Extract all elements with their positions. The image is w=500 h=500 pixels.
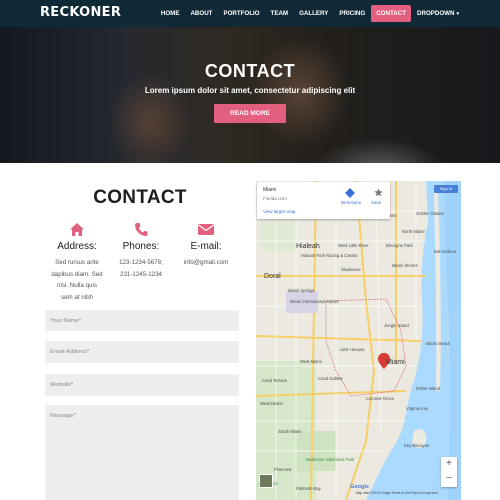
phone-line: 231-1245-1234 bbox=[120, 270, 162, 278]
zoom-out-button[interactable]: − bbox=[441, 472, 457, 487]
place-subtitle: Florida USA bbox=[263, 196, 288, 201]
map-label: Miami bbox=[386, 359, 405, 366]
map-label: Matheson Hammock Park bbox=[306, 457, 355, 462]
nav-home[interactable]: HOME bbox=[156, 5, 185, 22]
nav-portfolio[interactable]: PORTFOLIO bbox=[218, 5, 264, 22]
email-column: E-mail: info@gmail.com bbox=[173, 222, 239, 269]
hero-overlay bbox=[0, 27, 500, 163]
map-label: Miami Beach bbox=[426, 341, 451, 346]
map-label: Biscayne Park bbox=[386, 243, 413, 248]
hero-banner: CONTACT Lorem ipsum dolor sit amet, cons… bbox=[0, 27, 500, 163]
map-label: Hialeah bbox=[296, 243, 320, 250]
map-label: Golden Glades bbox=[416, 211, 444, 216]
directions-link[interactable]: Directions bbox=[341, 200, 361, 205]
phones-column: Phones: 123-1234-5678; 231-1245-1234 bbox=[108, 222, 174, 280]
zoom-in-button[interactable]: + bbox=[441, 457, 457, 472]
name-input[interactable]: Your Name* bbox=[45, 310, 239, 331]
hero-title: CONTACT bbox=[204, 61, 296, 81]
email-title: E-mail: bbox=[190, 241, 222, 252]
address-line: nisi. Nulla quis bbox=[57, 282, 97, 289]
map-label: Bal Harbour bbox=[434, 249, 457, 254]
map-label: West Miami bbox=[300, 359, 322, 364]
map-label: Miami International Airport bbox=[290, 299, 339, 304]
map-label: Pinecrest bbox=[274, 467, 292, 472]
map-place-card: Miami Florida USA View larger map Direct… bbox=[257, 182, 390, 219]
address-column: Address: Sed rursus ante dapibus diam. S… bbox=[44, 222, 110, 303]
map-label: Gladeview bbox=[341, 267, 361, 272]
website-input[interactable]: Website* bbox=[45, 374, 239, 396]
place-title: Miami bbox=[263, 187, 277, 193]
map-label: West Little River bbox=[338, 243, 369, 248]
google-logo: Google bbox=[350, 484, 369, 490]
address-line: dapibus diam. Sed bbox=[51, 270, 103, 278]
caret-down-icon: ▾ bbox=[456, 11, 459, 17]
message-textarea[interactable]: Message* bbox=[45, 405, 239, 500]
view-larger-map-link[interactable]: View larger map bbox=[263, 209, 295, 214]
map-label: Hialeah Park Racing & Casino bbox=[301, 253, 358, 258]
hero-subtitle: Lorem ipsum dolor sit amet, consectetur … bbox=[144, 86, 356, 95]
map-label: Little Havana bbox=[340, 347, 365, 352]
address-line: sem at nibh bbox=[61, 293, 93, 301]
map-label: Miami Springs bbox=[288, 288, 315, 293]
sign-in-button[interactable]: Sign in bbox=[434, 185, 458, 193]
nav-dropdown[interactable]: DROPDOWN ▾ bbox=[412, 5, 464, 22]
map-label: Coral Terrace bbox=[262, 378, 288, 383]
directions-icon[interactable] bbox=[345, 188, 355, 198]
address-title: Address: bbox=[57, 241, 97, 252]
email-line: info@gmail.com bbox=[183, 259, 229, 266]
map-label: Key Biscayne bbox=[404, 443, 430, 448]
nav-contact[interactable]: CONTACT bbox=[371, 5, 412, 22]
address-line: Sed rursus ante bbox=[55, 259, 99, 266]
phone-line: 123-1234-5678; bbox=[119, 259, 163, 266]
phones-title: Phones: bbox=[122, 241, 160, 252]
nav-about[interactable]: ABOUT bbox=[185, 5, 217, 22]
navbar: RECKONER HOME ABOUT PORTFOLIO TEAM GALLE… bbox=[0, 0, 500, 27]
map-label: Doral bbox=[264, 273, 281, 280]
phone-icon bbox=[135, 223, 148, 236]
map-label: Coconut Grove bbox=[366, 396, 395, 401]
nav-team[interactable]: TEAM bbox=[266, 5, 294, 22]
map-label: Westchester bbox=[260, 401, 284, 406]
google-map[interactable]: Miami Gardens Opa-locka Golden Glades No… bbox=[256, 181, 461, 500]
map-label: Coral Gables bbox=[318, 376, 343, 381]
map-label: Fisher Island bbox=[416, 386, 440, 391]
map-label: South Miami bbox=[278, 429, 302, 434]
envelope-icon bbox=[198, 224, 214, 235]
contact-heading: CONTACT bbox=[93, 187, 187, 208]
star-icon[interactable] bbox=[374, 188, 383, 197]
save-link[interactable]: Save bbox=[371, 200, 381, 205]
nav-pricing[interactable]: PRICING bbox=[334, 5, 370, 22]
street-view-thumbnail[interactable] bbox=[259, 474, 273, 488]
map-label: Palmetto Bay bbox=[296, 486, 321, 491]
map-label: Miami Shores bbox=[392, 263, 418, 268]
nav-gallery[interactable]: GALLERY bbox=[294, 5, 333, 22]
map-label: North Miami bbox=[402, 229, 425, 234]
read-more-button[interactable]: READ MORE bbox=[214, 104, 286, 123]
brand-logo[interactable]: RECKONER bbox=[40, 5, 121, 20]
nav-dropdown-label: DROPDOWN bbox=[417, 10, 455, 17]
map-label: Jungle Island bbox=[384, 323, 409, 328]
map-label: Virginia Key bbox=[406, 406, 429, 411]
map-attribution: Map data ©2019 Google Terms of Use Repor… bbox=[356, 491, 439, 495]
email-input[interactable]: Email Address* bbox=[45, 341, 239, 363]
home-icon bbox=[70, 223, 84, 236]
nav-menu: HOME ABOUT PORTFOLIO TEAM GALLERY PRICIN… bbox=[155, 5, 464, 22]
